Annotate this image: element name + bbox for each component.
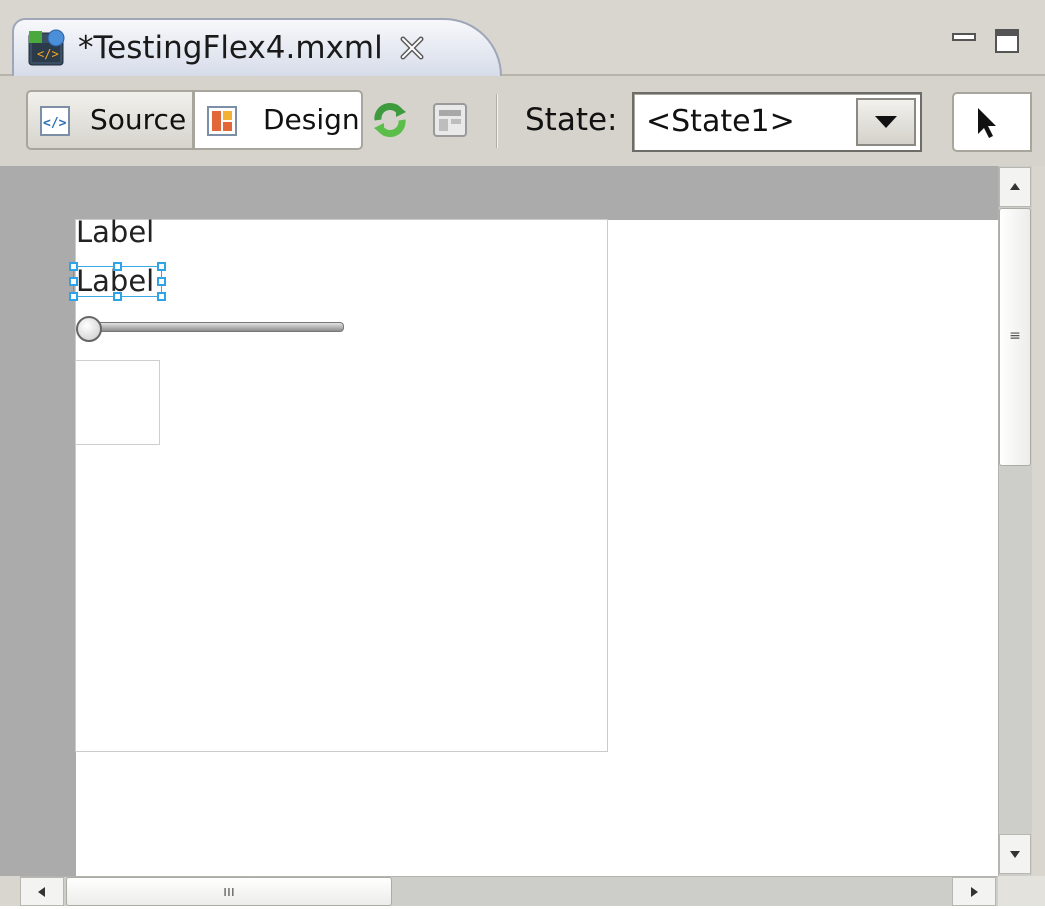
scroll-grip-icon: ≡	[1009, 328, 1021, 344]
source-button-label: Source	[90, 103, 187, 136]
tab-title: *TestingFlex4.mxml	[78, 30, 383, 66]
resize-handle-bottom-right[interactable]	[157, 292, 166, 301]
scroll-grip-icon: ııı	[223, 884, 235, 900]
horizontal-scroll-thumb[interactable]: ııı	[66, 877, 392, 906]
empty-container-component[interactable]	[75, 360, 160, 445]
layout-icon[interactable]	[432, 102, 468, 138]
select-tool-button[interactable]	[952, 92, 1032, 152]
state-label: State:	[525, 102, 618, 138]
arrow-pointer-icon	[972, 106, 1002, 140]
close-tab-icon[interactable]	[399, 35, 425, 61]
slider-track[interactable]	[82, 322, 344, 332]
mxml-file-icon: </>	[28, 29, 66, 67]
source-code-icon: </>	[40, 106, 70, 136]
source-view-button[interactable]: </> Source	[26, 90, 194, 150]
toolbar-separator	[496, 94, 498, 148]
refresh-icon[interactable]	[370, 100, 410, 140]
resize-handle-left[interactable]	[69, 277, 78, 286]
scroll-left-icon[interactable]	[20, 877, 64, 906]
resize-handle-bottom-left[interactable]	[69, 292, 78, 301]
dropdown-arrow-icon[interactable]	[856, 98, 916, 146]
application-artboard[interactable]	[75, 219, 608, 752]
resize-handle-top-right[interactable]	[157, 262, 166, 271]
svg-text:</>: </>	[37, 47, 59, 61]
slider-thumb[interactable]	[76, 316, 102, 342]
label-component[interactable]: Label	[76, 212, 154, 252]
resize-handle-bottom[interactable]	[113, 292, 122, 301]
scroll-right-icon[interactable]	[952, 877, 996, 906]
maximize-icon[interactable]	[994, 28, 1020, 54]
svg-text:</>: </>	[43, 116, 67, 131]
vertical-scroll-thumb[interactable]: ≡	[999, 208, 1031, 466]
scroll-down-icon[interactable]	[999, 834, 1031, 874]
design-view-button[interactable]: Design	[193, 90, 363, 150]
resize-handle-right[interactable]	[157, 277, 166, 286]
resize-handle-top-left[interactable]	[69, 262, 78, 271]
design-view-icon	[207, 106, 237, 136]
state-selected-value: <State1>	[646, 104, 795, 139]
design-button-label: Design	[263, 103, 360, 136]
scrollbar-corner	[998, 876, 1045, 906]
scroll-up-icon[interactable]	[999, 167, 1031, 207]
state-dropdown[interactable]: <State1>	[632, 92, 922, 152]
resize-handle-top[interactable]	[113, 262, 122, 271]
minimize-icon[interactable]	[952, 30, 976, 44]
